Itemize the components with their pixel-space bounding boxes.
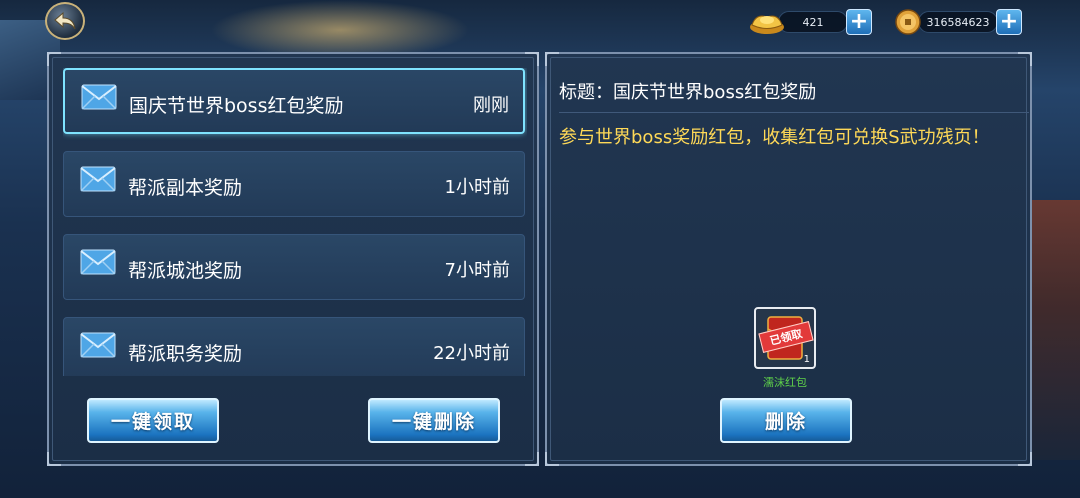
add-gold-button[interactable]: + — [846, 9, 872, 35]
background-glow — [210, 0, 470, 60]
mail-time: 1小时前 — [444, 177, 510, 198]
delete-button[interactable]: 删除 — [720, 398, 852, 443]
panel-corner — [525, 452, 539, 466]
mail-list-panel: 国庆节世界boss红包奖励 刚刚 帮派副本奖励 1小时前 帮派城池奖励 7小时前 — [47, 52, 539, 466]
delete-all-button[interactable]: 一键删除 — [368, 398, 500, 443]
panel-corner — [1018, 452, 1032, 466]
mail-detail-title: 标题：国庆节世界boss红包奖励 — [559, 82, 817, 103]
gold-amount: 421 — [778, 11, 848, 33]
envelope-icon — [80, 332, 116, 358]
mail-title: 帮派职务奖励 — [128, 343, 243, 365]
mail-title: 帮派副本奖励 — [128, 177, 243, 199]
plus-icon: + — [999, 9, 1019, 34]
panel-corner — [545, 452, 559, 466]
mail-time: 刚刚 — [473, 95, 509, 116]
plus-icon: + — [849, 9, 869, 34]
gold-currency: 421 + — [748, 8, 872, 36]
mail-list[interactable]: 国庆节世界boss红包奖励 刚刚 帮派副本奖励 1小时前 帮派城池奖励 7小时前 — [63, 68, 527, 376]
mail-detail-body: 参与世界boss奖励红包，收集红包可兑换S武功残页！ — [559, 127, 990, 148]
mail-detail-panel: 标题：国庆节世界boss红包奖励 参与世界boss奖励红包，收集红包可兑换S武功… — [545, 52, 1032, 466]
back-arrow-icon — [54, 11, 76, 30]
mail-item[interactable]: 国庆节世界boss红包奖励 刚刚 — [63, 68, 525, 134]
reward-count: 1 — [803, 354, 810, 365]
coin-amount: 316584623 — [918, 11, 998, 33]
copper-coin-icon — [895, 9, 921, 35]
mail-time: 22小时前 — [433, 343, 510, 364]
add-coin-button[interactable]: + — [996, 9, 1022, 35]
reward-name: 濡沫红包 — [763, 376, 807, 389]
envelope-icon — [81, 84, 117, 110]
panel-corner — [1018, 52, 1032, 66]
mail-title: 帮派城池奖励 — [128, 260, 243, 282]
collect-all-button[interactable]: 一键领取 — [87, 398, 219, 443]
mail-item[interactable]: 帮派城池奖励 7小时前 — [63, 234, 525, 300]
gold-ingot-icon — [750, 15, 784, 34]
envelope-icon — [80, 249, 116, 275]
mail-time: 7小时前 — [444, 260, 510, 281]
panel-corner — [47, 52, 61, 66]
panel-corner — [545, 52, 559, 66]
mail-title: 国庆节世界boss红包奖励 — [129, 95, 344, 117]
coin-currency: 316584623 + — [894, 8, 1022, 36]
panel-corner — [525, 52, 539, 66]
reward-item[interactable]: 已领取 1 — [754, 307, 816, 369]
mail-item[interactable]: 帮派职务奖励 22小时前 — [63, 317, 525, 376]
mail-item[interactable]: 帮派副本奖励 1小时前 — [63, 151, 525, 217]
panel-corner — [47, 452, 61, 466]
envelope-icon — [80, 166, 116, 192]
divider — [559, 112, 1029, 113]
back-button[interactable] — [45, 2, 85, 40]
